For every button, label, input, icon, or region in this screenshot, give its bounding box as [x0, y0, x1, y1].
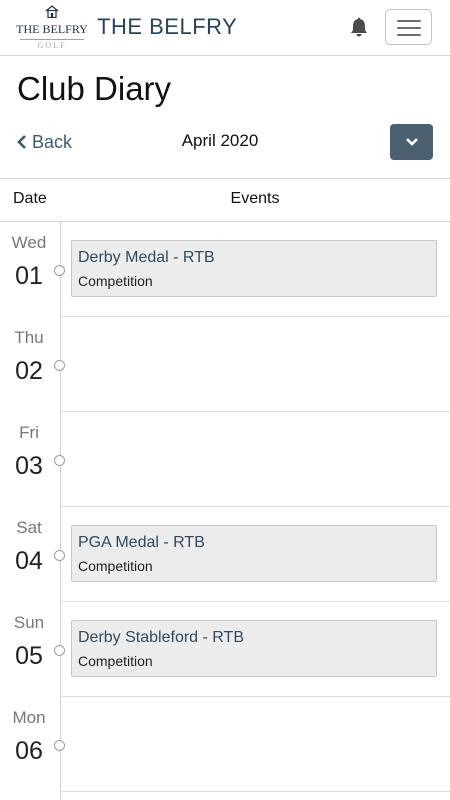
timeline-marker [54, 360, 65, 371]
hamburger-menu-button[interactable] [385, 9, 432, 45]
event-title: PGA Medal - RTB [78, 534, 205, 551]
hamburger-menu-icon [397, 20, 421, 22]
chevron-left-icon [17, 135, 26, 149]
diary-day-row: Thu 02 [0, 317, 450, 412]
day-number: 03 [15, 452, 43, 480]
event-title: Derby Medal - RTB [78, 249, 215, 266]
day-number: 06 [15, 737, 43, 765]
logo-divider [20, 39, 84, 40]
day-number: 04 [15, 547, 43, 575]
back-label: Back [32, 131, 73, 152]
event-type: Competition [78, 273, 153, 289]
day-of-week: Thu [14, 328, 44, 347]
event-type: Competition [78, 558, 153, 574]
date-column-header: Date [13, 190, 47, 207]
back-button[interactable]: Back [16, 130, 72, 154]
timeline-marker [54, 740, 65, 751]
timeline-marker [54, 265, 65, 276]
event-card[interactable]: Derby Stableford - RTB Competition [71, 620, 437, 677]
logo-subtitle: GOLF [37, 41, 67, 50]
events-column-header: Events [230, 190, 280, 207]
day-number: 02 [15, 357, 43, 385]
row-divider [60, 791, 450, 792]
day-number: 05 [15, 642, 43, 670]
event-type: Competition [78, 653, 153, 669]
divider [0, 178, 450, 179]
brand-name[interactable]: THE BELFRY [97, 14, 237, 40]
timeline-marker [54, 455, 65, 466]
timeline-marker [54, 550, 65, 561]
day-of-week: Fri [19, 423, 39, 442]
diary-day-row: Mon 06 [0, 697, 450, 792]
day-of-week: Sun [13, 613, 45, 632]
top-navbar: THE BELFRY GOLF THE BELFRY [0, 0, 450, 56]
diary-day-row: Fri 03 [0, 412, 450, 507]
timeline-marker [54, 645, 65, 656]
logo-wordmark: THE BELFRY [16, 22, 88, 36]
diary-day-row: Wed 01 Derby Medal - RTB Competition [0, 222, 450, 317]
day-of-week: Mon [12, 708, 46, 727]
belfry-logo[interactable]: THE BELFRY GOLF [14, 4, 90, 50]
month-select-button[interactable] [390, 124, 433, 160]
chevron-down-icon [405, 138, 418, 146]
day-of-week: Sat [16, 518, 42, 537]
day-of-week: Wed [11, 233, 47, 252]
event-title: Derby Stableford - RTB [78, 629, 244, 646]
diary-day-row: Sun 05 Derby Stableford - RTB Competition [0, 602, 450, 697]
event-card[interactable]: PGA Medal - RTB Competition [71, 525, 437, 582]
current-month: April 2020 [181, 131, 259, 150]
house-icon [45, 5, 59, 18]
diary-day-row: Sat 04 PGA Medal - RTB Competition [0, 507, 450, 602]
event-card[interactable]: Derby Medal - RTB Competition [71, 240, 437, 297]
day-number: 01 [15, 262, 43, 290]
page-title: Club Diary [17, 70, 172, 107]
bell-icon[interactable] [348, 16, 370, 38]
